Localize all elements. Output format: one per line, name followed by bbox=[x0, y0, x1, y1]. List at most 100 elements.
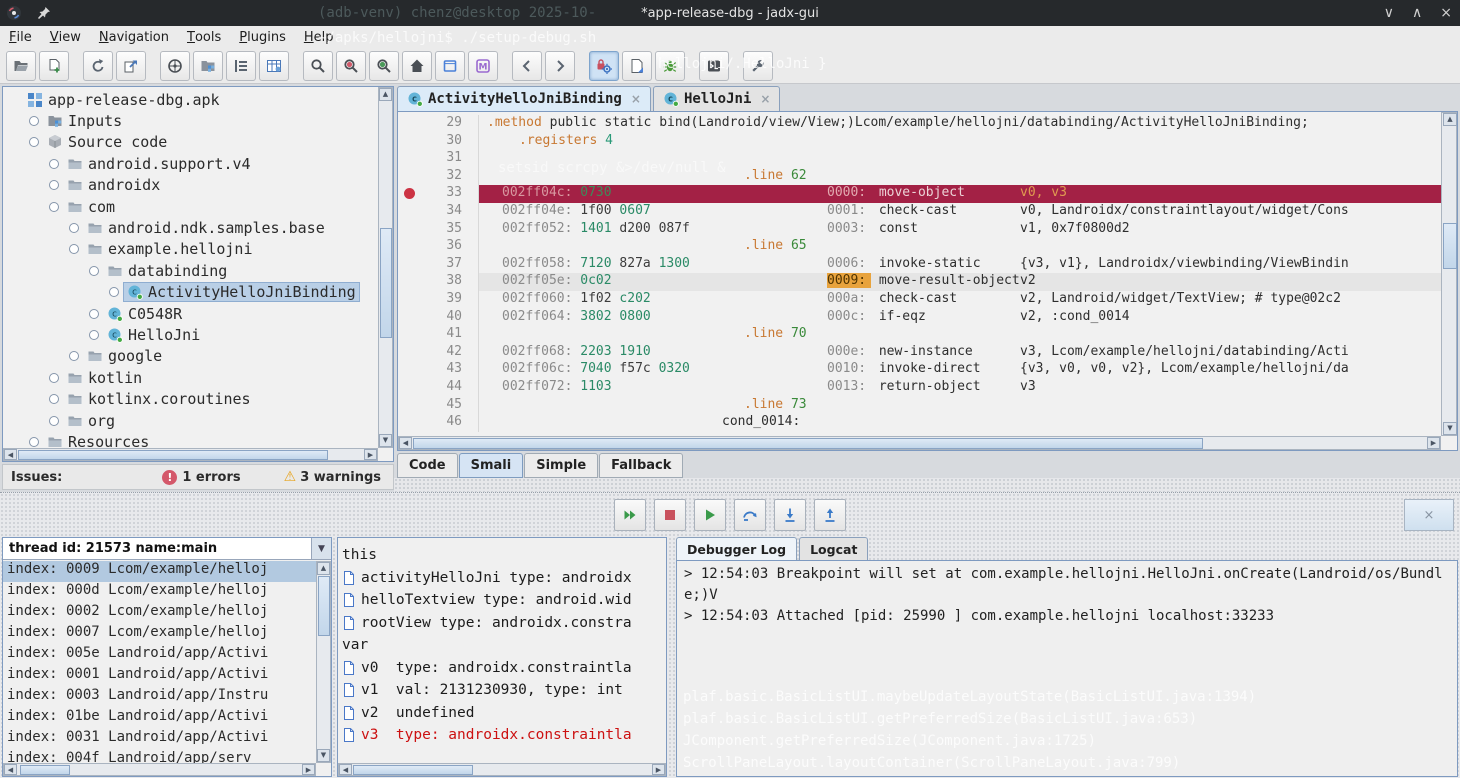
stack-frame-row[interactable]: index: 0009 Lcom/example/helloj bbox=[3, 561, 316, 582]
line-number[interactable]: 34 bbox=[398, 203, 478, 221]
frames-vertical-scrollbar[interactable]: ▲ ▼ bbox=[316, 561, 331, 763]
tree-item-source-code[interactable]: Source code bbox=[3, 132, 378, 153]
line-number[interactable]: 44 bbox=[398, 379, 478, 397]
line-number[interactable]: 37 bbox=[398, 256, 478, 274]
expand-knob-icon[interactable] bbox=[29, 116, 39, 126]
expand-knob-icon[interactable] bbox=[69, 223, 79, 233]
search-class-button[interactable] bbox=[336, 51, 366, 81]
editor-tab-hellojni[interactable]: cHelloJni× bbox=[653, 86, 781, 111]
fast-forward-button[interactable] bbox=[614, 499, 646, 531]
tree-item-com[interactable]: com bbox=[3, 196, 378, 217]
tree-item-android-support-v4[interactable]: android.support.v4 bbox=[3, 153, 378, 174]
tree-item-example-hellojni[interactable]: example.hellojni bbox=[3, 239, 378, 260]
tree-vertical-scrollbar[interactable]: ▲ ▼ bbox=[378, 87, 393, 448]
scroll-down-button[interactable]: ▼ bbox=[1443, 422, 1457, 435]
tree-item-hellojni[interactable]: cHelloJni bbox=[3, 324, 378, 345]
chevron-down-icon[interactable]: ▼ bbox=[311, 538, 331, 559]
scroll-right-button[interactable]: ▶ bbox=[1427, 437, 1440, 449]
debugger-log-view[interactable]: > 12:54:03 Breakpoint will set at com.ex… bbox=[676, 560, 1458, 777]
line-number[interactable]: 32 bbox=[398, 168, 478, 186]
quark-report-button[interactable]: M bbox=[468, 51, 498, 81]
scroll-down-button[interactable]: ▼ bbox=[379, 434, 392, 447]
close-button[interactable]: × bbox=[1440, 5, 1452, 21]
stack-frame-row[interactable]: index: 005e Landroid/app/Activi bbox=[3, 645, 316, 666]
stack-frame-row[interactable]: index: 01be Landroid/app/Activi bbox=[3, 708, 316, 729]
view-tab-smali[interactable]: Smali bbox=[459, 453, 524, 478]
minimize-button[interactable]: ∨ bbox=[1384, 5, 1394, 21]
tree-item-resources[interactable]: Resources bbox=[3, 431, 378, 448]
line-number[interactable]: 39 bbox=[398, 291, 478, 309]
scroll-up-button[interactable]: ▲ bbox=[379, 88, 392, 101]
code-vscroll-thumb[interactable] bbox=[1443, 223, 1457, 269]
expand-knob-icon[interactable] bbox=[89, 330, 99, 340]
stack-frame-row[interactable]: index: 0003 Landroid/app/Instru bbox=[3, 687, 316, 708]
variable-row[interactable]: v3 type: androidx.constraintla bbox=[340, 724, 664, 747]
line-number[interactable]: 41 bbox=[398, 326, 478, 344]
deobfuscation-button[interactable] bbox=[160, 51, 190, 81]
line-number[interactable]: 31 bbox=[398, 150, 478, 168]
variable-row[interactable]: activityHelloJni type: androidx bbox=[340, 567, 664, 590]
search-text-button[interactable] bbox=[303, 51, 333, 81]
menu-plugins[interactable]: Plugins bbox=[230, 26, 295, 48]
menu-navigation[interactable]: Navigation bbox=[90, 26, 178, 48]
expand-knob-icon[interactable] bbox=[29, 437, 39, 447]
line-number[interactable]: 38 bbox=[398, 273, 478, 291]
open-file-button[interactable] bbox=[6, 51, 36, 81]
view-tab-fallback[interactable]: Fallback bbox=[599, 453, 683, 478]
variable-row[interactable]: v1 val: 2131230930, type: int bbox=[340, 679, 664, 702]
menu-view[interactable]: View bbox=[41, 26, 90, 48]
code-vertical-scrollbar[interactable]: ▲ ▼ bbox=[1441, 112, 1457, 436]
expand-knob-icon[interactable] bbox=[49, 159, 59, 169]
expand-knob-icon[interactable] bbox=[89, 266, 99, 276]
variable-row[interactable]: v2 undefined bbox=[340, 702, 664, 725]
search-comment-button[interactable] bbox=[369, 51, 399, 81]
tree-item-activityhellojnibinding[interactable]: cActivityHelloJniBinding bbox=[3, 282, 378, 303]
nav-back-button[interactable] bbox=[512, 51, 542, 81]
frames-vscroll-thumb[interactable] bbox=[318, 576, 330, 636]
menu-file[interactable]: File bbox=[0, 26, 41, 48]
heap-usage-button[interactable] bbox=[259, 51, 289, 81]
add-files-button[interactable] bbox=[39, 51, 69, 81]
code-hscroll-thumb[interactable] bbox=[413, 438, 1203, 449]
tree-vscroll-thumb[interactable] bbox=[380, 228, 392, 338]
show-inputs-button[interactable] bbox=[193, 51, 223, 81]
scroll-left-button[interactable]: ◀ bbox=[339, 764, 352, 775]
log-viewer-button[interactable] bbox=[699, 51, 729, 81]
variables-hscroll-thumb[interactable] bbox=[353, 765, 473, 775]
scroll-right-button[interactable]: ▶ bbox=[652, 764, 665, 775]
expand-knob-icon[interactable] bbox=[49, 373, 59, 383]
debugger-attach-button[interactable] bbox=[589, 51, 619, 81]
scroll-left-button[interactable]: ◀ bbox=[4, 449, 17, 460]
scroll-right-button[interactable]: ▶ bbox=[302, 764, 315, 775]
variable-row[interactable]: helloTextview type: android.wid bbox=[340, 589, 664, 612]
stack-frame-row[interactable]: index: 0031 Landroid/app/Activi bbox=[3, 729, 316, 750]
thread-selector[interactable]: thread id: 21573 name:main ▼ bbox=[3, 538, 331, 560]
smali-code-view[interactable]: 29.method public static bind(Landroid/vi… bbox=[398, 112, 1441, 436]
warning-count[interactable]: 3 warnings bbox=[300, 470, 381, 485]
dock-close-button[interactable]: × bbox=[1404, 499, 1454, 531]
expand-knob-icon[interactable] bbox=[49, 202, 59, 212]
variables-horizontal-scrollbar[interactable]: ◀ ▶ bbox=[338, 763, 666, 776]
tree-hscroll-thumb[interactable] bbox=[18, 450, 328, 460]
bug-report-button[interactable] bbox=[655, 51, 685, 81]
flat-packages-button[interactable] bbox=[226, 51, 256, 81]
breakpoint-icon[interactable] bbox=[404, 188, 415, 199]
line-number[interactable]: 29 bbox=[398, 115, 478, 133]
frames-hscroll-thumb[interactable] bbox=[20, 765, 70, 775]
close-icon[interactable]: × bbox=[760, 92, 770, 106]
device-preview-button[interactable] bbox=[622, 51, 652, 81]
scroll-down-button[interactable]: ▼ bbox=[317, 749, 330, 762]
scroll-up-button[interactable]: ▲ bbox=[1443, 113, 1457, 126]
expand-knob-icon[interactable] bbox=[49, 180, 59, 190]
tree-item-androidx[interactable]: androidx bbox=[3, 175, 378, 196]
line-number[interactable]: 45 bbox=[398, 397, 478, 415]
variable-group-row[interactable]: this bbox=[340, 544, 664, 567]
menu-help[interactable]: Help bbox=[295, 26, 343, 48]
stack-frame-row[interactable]: index: 0001 Landroid/app/Activi bbox=[3, 666, 316, 687]
scroll-right-button[interactable]: ▶ bbox=[364, 449, 377, 460]
go-to-main-activity-button[interactable] bbox=[402, 51, 432, 81]
expand-knob-icon[interactable] bbox=[29, 137, 39, 147]
tree-item-kotlin[interactable]: kotlin bbox=[3, 367, 378, 388]
scroll-left-button[interactable]: ◀ bbox=[4, 764, 17, 775]
step-out-button[interactable] bbox=[814, 499, 846, 531]
